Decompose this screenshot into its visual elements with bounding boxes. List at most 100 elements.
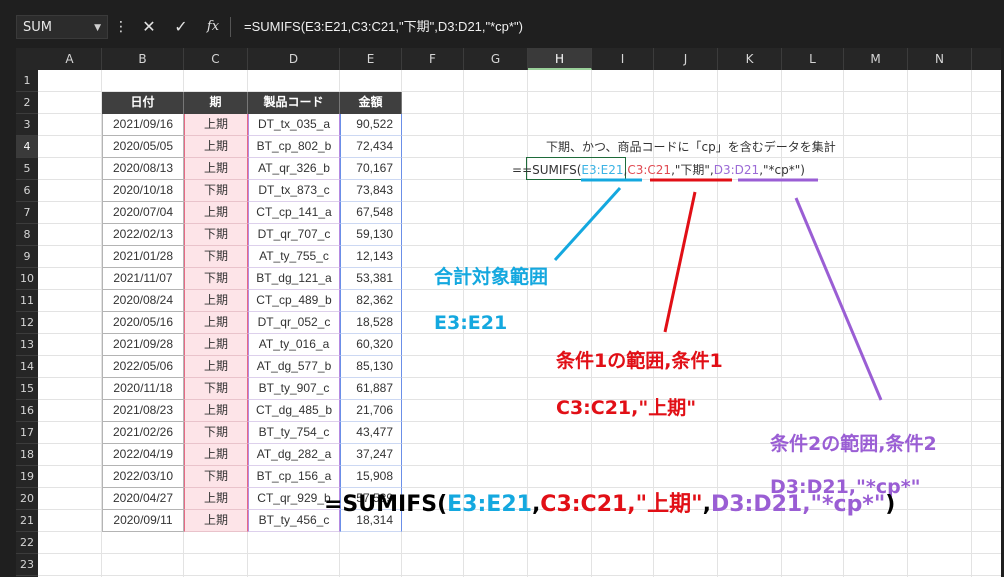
- table-cell-amount[interactable]: 61,887: [340, 378, 402, 400]
- table-cell-product-code[interactable]: BT_dg_121_a: [248, 268, 340, 290]
- table-cell-amount[interactable]: 15,908: [340, 466, 402, 488]
- table-cell-date[interactable]: 2020/08/24: [102, 290, 184, 312]
- table-cell-date[interactable]: 2020/08/13: [102, 158, 184, 180]
- row-header-21[interactable]: 21: [16, 510, 38, 532]
- column-header-i[interactable]: I: [592, 48, 654, 70]
- row-header-7[interactable]: 7: [16, 202, 38, 224]
- table-cell-date[interactable]: 2022/05/06: [102, 356, 184, 378]
- column-header-k[interactable]: K: [718, 48, 782, 70]
- row-header-19[interactable]: 19: [16, 466, 38, 488]
- table-cell-period[interactable]: 上期: [184, 158, 248, 180]
- table-cell-product-code[interactable]: CT_dg_485_b: [248, 400, 340, 422]
- table-header-product-code[interactable]: 製品コード: [248, 92, 340, 114]
- column-header-a[interactable]: A: [38, 48, 102, 70]
- row-header-6[interactable]: 6: [16, 180, 38, 202]
- table-cell-amount[interactable]: 67,548: [340, 202, 402, 224]
- table-header-period[interactable]: 期: [184, 92, 248, 114]
- chevron-down-icon[interactable]: ▼: [94, 16, 101, 40]
- column-header-h[interactable]: H: [528, 48, 592, 70]
- table-cell-date[interactable]: 2021/09/16: [102, 114, 184, 136]
- row-header-3[interactable]: 3: [16, 114, 38, 136]
- table-cell-product-code[interactable]: BT_ty_907_c: [248, 378, 340, 400]
- table-cell-product-code[interactable]: AT_dg_282_a: [248, 444, 340, 466]
- table-cell-date[interactable]: 2021/09/28: [102, 334, 184, 356]
- table-cell-amount[interactable]: 85,130: [340, 356, 402, 378]
- table-cell-product-code[interactable]: DT_qr_707_c: [248, 224, 340, 246]
- insert-function-icon[interactable]: fx: [202, 15, 224, 39]
- table-cell-period[interactable]: 上期: [184, 290, 248, 312]
- table-cell-amount[interactable]: 21,706: [340, 400, 402, 422]
- row-header-5[interactable]: 5: [16, 158, 38, 180]
- table-cell-date[interactable]: 2022/02/13: [102, 224, 184, 246]
- row-header-13[interactable]: 13: [16, 334, 38, 356]
- table-cell-product-code[interactable]: CT_cp_489_b: [248, 290, 340, 312]
- table-cell-date[interactable]: 2020/09/11: [102, 510, 184, 532]
- column-header-c[interactable]: C: [184, 48, 248, 70]
- table-cell-period[interactable]: 上期: [184, 312, 248, 334]
- row-header-10[interactable]: 10: [16, 268, 38, 290]
- column-header-l[interactable]: L: [782, 48, 844, 70]
- table-cell-date[interactable]: 2020/10/18: [102, 180, 184, 202]
- column-header-f[interactable]: F: [402, 48, 464, 70]
- table-cell-period[interactable]: 上期: [184, 400, 248, 422]
- table-cell-period[interactable]: 下期: [184, 180, 248, 202]
- row-header-22[interactable]: 22: [16, 532, 38, 554]
- column-header-b[interactable]: B: [102, 48, 184, 70]
- table-cell-period[interactable]: 下期: [184, 422, 248, 444]
- row-header-23[interactable]: 23: [16, 554, 38, 576]
- enter-icon[interactable]: ✓: [170, 15, 192, 39]
- table-cell-product-code[interactable]: AT_ty_755_c: [248, 246, 340, 268]
- table-cell-product-code[interactable]: AT_ty_016_a: [248, 334, 340, 356]
- column-header-j[interactable]: J: [654, 48, 718, 70]
- row-header-16[interactable]: 16: [16, 400, 38, 422]
- row-header-4[interactable]: 4: [16, 136, 38, 158]
- row-header-1[interactable]: 1: [16, 70, 38, 92]
- table-cell-amount[interactable]: 43,477: [340, 422, 402, 444]
- table-cell-amount[interactable]: 59,130: [340, 224, 402, 246]
- table-cell-date[interactable]: 2020/05/05: [102, 136, 184, 158]
- table-cell-amount[interactable]: 73,843: [340, 180, 402, 202]
- table-cell-amount[interactable]: 90,522: [340, 114, 402, 136]
- row-header-18[interactable]: 18: [16, 444, 38, 466]
- table-cell-product-code[interactable]: AT_dg_577_b: [248, 356, 340, 378]
- row-header-15[interactable]: 15: [16, 378, 38, 400]
- table-cell-period[interactable]: 下期: [184, 378, 248, 400]
- cancel-icon[interactable]: ✕: [138, 15, 160, 39]
- table-cell-date[interactable]: 2021/02/26: [102, 422, 184, 444]
- row-header-9[interactable]: 9: [16, 246, 38, 268]
- table-cell-period[interactable]: 上期: [184, 444, 248, 466]
- table-cell-period[interactable]: 上期: [184, 202, 248, 224]
- formula-input[interactable]: =SUMIFS(E3:E21,C3:C21,"下期",D3:D21,"*cp*"…: [244, 15, 523, 39]
- table-cell-period[interactable]: 上期: [184, 356, 248, 378]
- table-cell-product-code[interactable]: DT_tx_035_a: [248, 114, 340, 136]
- table-cell-amount[interactable]: 72,434: [340, 136, 402, 158]
- table-cell-product-code[interactable]: DT_qr_052_c: [248, 312, 340, 334]
- table-header-date[interactable]: 日付: [102, 92, 184, 114]
- table-cell-product-code[interactable]: BT_cp_802_b: [248, 136, 340, 158]
- table-cell-period[interactable]: 上期: [184, 510, 248, 532]
- table-cell-period[interactable]: 下期: [184, 246, 248, 268]
- table-cell-date[interactable]: 2021/11/07: [102, 268, 184, 290]
- row-header-12[interactable]: 12: [16, 312, 38, 334]
- row-header-2[interactable]: 2: [16, 92, 38, 114]
- table-cell-date[interactable]: 2021/08/23: [102, 400, 184, 422]
- table-cell-period[interactable]: 上期: [184, 334, 248, 356]
- row-header-20[interactable]: 20: [16, 488, 38, 510]
- table-cell-period[interactable]: 下期: [184, 466, 248, 488]
- row-header-8[interactable]: 8: [16, 224, 38, 246]
- row-header-17[interactable]: 17: [16, 422, 38, 444]
- row-header-14[interactable]: 14: [16, 356, 38, 378]
- table-cell-period[interactable]: 上期: [184, 488, 248, 510]
- row-header-11[interactable]: 11: [16, 290, 38, 312]
- table-cell-amount[interactable]: 53,381: [340, 268, 402, 290]
- column-header-e[interactable]: E: [340, 48, 402, 70]
- table-cell-product-code[interactable]: BT_ty_754_c: [248, 422, 340, 444]
- table-cell-amount[interactable]: 12,143: [340, 246, 402, 268]
- table-cell-date[interactable]: 2021/01/28: [102, 246, 184, 268]
- table-cell-date[interactable]: 2020/05/16: [102, 312, 184, 334]
- table-cell-period[interactable]: 下期: [184, 224, 248, 246]
- table-cell-amount[interactable]: 82,362: [340, 290, 402, 312]
- table-cell-amount[interactable]: 70,167: [340, 158, 402, 180]
- table-cell-amount[interactable]: 18,528: [340, 312, 402, 334]
- table-cell-amount[interactable]: 37,247: [340, 444, 402, 466]
